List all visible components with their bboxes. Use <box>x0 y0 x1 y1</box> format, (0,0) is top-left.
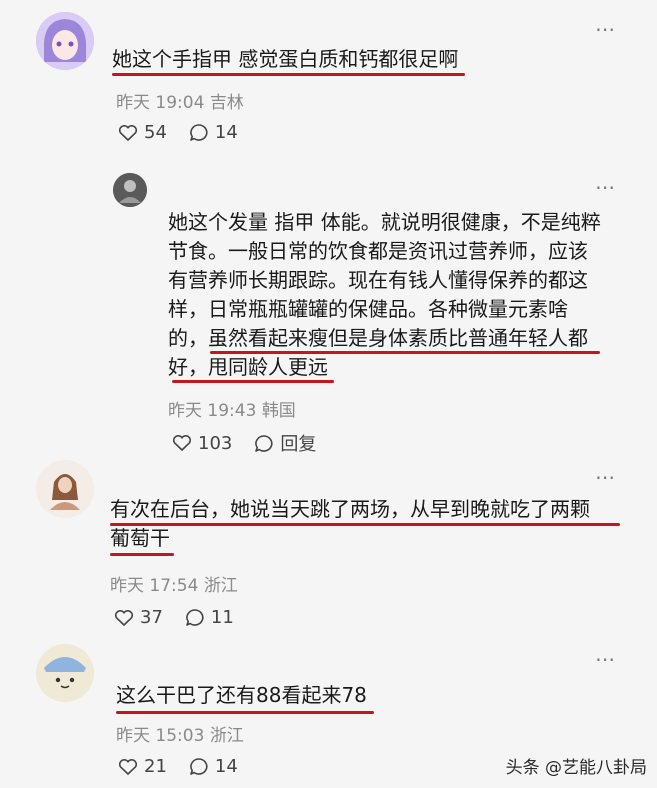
heart-icon <box>118 758 138 775</box>
comment-time: 昨天 15:03 <box>116 726 205 746</box>
reply-button[interactable]: 11 <box>185 607 234 628</box>
comment-bubble-icon <box>186 609 204 626</box>
highlight-underline <box>172 380 334 383</box>
more-options-icon[interactable]: ⋯ <box>595 649 616 669</box>
comment-bubble-icon <box>190 758 208 775</box>
comment-text: 她这个手指甲 感觉蛋白质和钙都很足啊 <box>112 47 459 71</box>
comment-location: 吉林 <box>209 93 244 113</box>
comment-time: 昨天 19:04 <box>116 93 205 113</box>
comment-time: 昨天 17:54 <box>110 576 199 596</box>
avatar[interactable] <box>113 173 147 207</box>
reply-button[interactable]: 回复 <box>254 430 316 456</box>
comment-time: 昨天 19:43 <box>168 401 257 421</box>
comment-actions: 21 14 <box>118 756 260 777</box>
comment-line: 她这个发量 指甲 体能。就说明很健康，不是纯粹 <box>168 210 601 234</box>
reply-count: 14 <box>214 756 238 777</box>
heart-icon <box>114 609 134 626</box>
highlight-underline <box>110 553 174 556</box>
comment-location: 浙江 <box>203 576 238 596</box>
like-button[interactable]: 54 <box>118 122 167 143</box>
reply-count: 11 <box>210 607 234 628</box>
reply-button[interactable]: 14 <box>189 122 238 143</box>
avatar[interactable] <box>36 644 94 702</box>
comment-actions: 103 回复 <box>172 430 338 456</box>
like-count: 21 <box>144 756 167 777</box>
comment-bubble-icon <box>255 434 273 452</box>
comment-line: 样，日常瓶瓶罐罐的保健品。各种微量元素啥 <box>168 297 568 321</box>
highlight-underline <box>116 711 374 714</box>
comment-meta: 昨天 15:03 浙江 <box>116 721 244 746</box>
highlight-underline <box>210 351 600 354</box>
avatar[interactable] <box>36 12 94 70</box>
comment-actions: 37 11 <box>114 607 256 628</box>
like-count: 103 <box>198 432 233 454</box>
comment-text: 她这个发量 指甲 体能。就说明很健康，不是纯粹 节食。一般日常的饮食都是资讯过营… <box>168 208 601 382</box>
comment-location: 浙江 <box>209 726 244 746</box>
comment-text: 这么干巴了还有88看起来78 <box>116 683 367 707</box>
reply-count: 14 <box>214 122 238 143</box>
comment-line: 的，虽然看起来瘦但是身体素质比普通年轻人都 <box>168 326 588 350</box>
highlight-underline <box>110 523 620 526</box>
comment-location: 韩国 <box>261 401 296 421</box>
comment-actions: 54 14 <box>118 122 260 143</box>
highlight-underline <box>112 73 465 76</box>
comment-meta: 昨天 19:43 韩国 <box>168 396 296 421</box>
comment-line: 有次在后台，她说当天跳了两场，从早到晚就吃了两颗 <box>110 497 590 521</box>
like-button[interactable]: 37 <box>114 607 163 628</box>
comment-bubble-icon <box>190 124 208 141</box>
comment-line: 有营养师长期跟踪。现在有钱人懂得保养的都这 <box>168 268 588 292</box>
reply-button[interactable]: 14 <box>189 756 238 777</box>
like-button[interactable]: 21 <box>118 756 167 777</box>
more-options-icon[interactable]: ⋯ <box>595 177 616 197</box>
avatar[interactable] <box>36 460 94 518</box>
comment-line: 节食。一般日常的饮食都是资讯过营养师，应该 <box>168 239 588 263</box>
comment-meta: 昨天 19:04 吉林 <box>116 88 244 113</box>
comment-meta: 昨天 17:54 浙江 <box>110 571 238 596</box>
more-options-icon[interactable]: ⋯ <box>595 19 616 39</box>
like-button[interactable]: 103 <box>172 433 232 454</box>
more-options-icon[interactable]: ⋯ <box>595 467 616 487</box>
like-count: 54 <box>144 122 167 143</box>
like-count: 37 <box>140 607 163 628</box>
comment-line: 好，甩同龄人更远 <box>168 355 328 379</box>
heart-icon <box>118 124 138 141</box>
heart-icon <box>172 435 192 451</box>
watermark: 头条 @艺能八卦局 <box>505 758 647 778</box>
comment-line: 葡萄干 <box>110 526 170 550</box>
reply-label: 回复 <box>280 434 317 455</box>
